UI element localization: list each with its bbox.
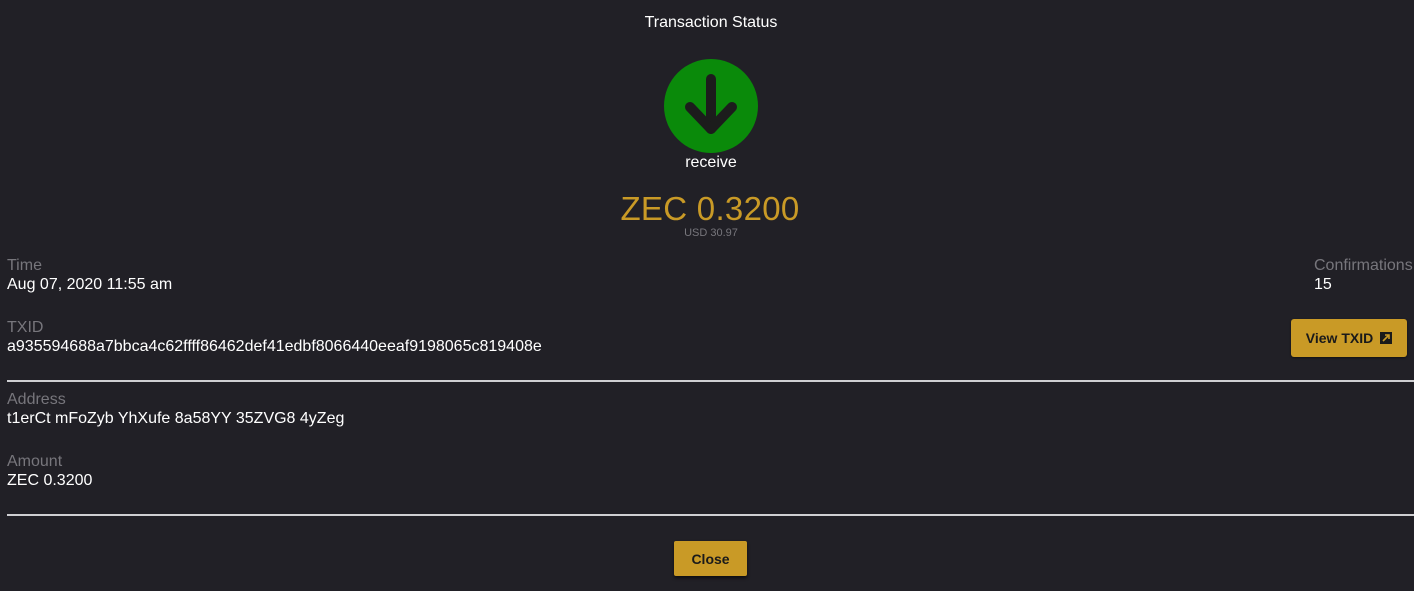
- time-value: Aug 07, 2020 11:55 am: [7, 276, 173, 293]
- arrow-down-icon: [685, 74, 737, 134]
- divider-bottom: [7, 514, 1414, 516]
- time-label: Time: [7, 257, 42, 274]
- view-txid-label: View TXID: [1305, 330, 1374, 346]
- view-txid-button[interactable]: View TXID: [1291, 319, 1407, 357]
- dialog-title: Transaction Status: [644, 14, 778, 31]
- confirmations-value: 15: [1314, 276, 1332, 293]
- amount-label: Amount: [7, 453, 63, 470]
- transaction-status-dialog: Transaction Status receive ZEC 0.3200 US…: [0, 0, 1414, 591]
- amount-value: ZEC 0.3200: [7, 472, 93, 489]
- transaction-usd-amount: USD 30.97: [684, 227, 738, 239]
- close-button-label: Close: [691, 550, 730, 567]
- receive-status-icon: [664, 59, 758, 153]
- transaction-amount: ZEC 0.3200: [620, 190, 800, 227]
- address-value: t1erCt mFoZyb YhXufe 8a58YY 35ZVG8 4yZeg: [7, 410, 345, 427]
- close-button[interactable]: Close: [674, 541, 747, 576]
- external-link-icon: [1380, 332, 1393, 344]
- divider-top: [7, 380, 1414, 382]
- address-label: Address: [7, 391, 66, 408]
- confirmations-label: Confirmations: [1314, 257, 1413, 274]
- txid-value: a935594688a7bbca4c62ffff86462def41edbf80…: [7, 338, 542, 355]
- transaction-type-label: receive: [685, 154, 737, 171]
- txid-label: TXID: [7, 319, 44, 336]
